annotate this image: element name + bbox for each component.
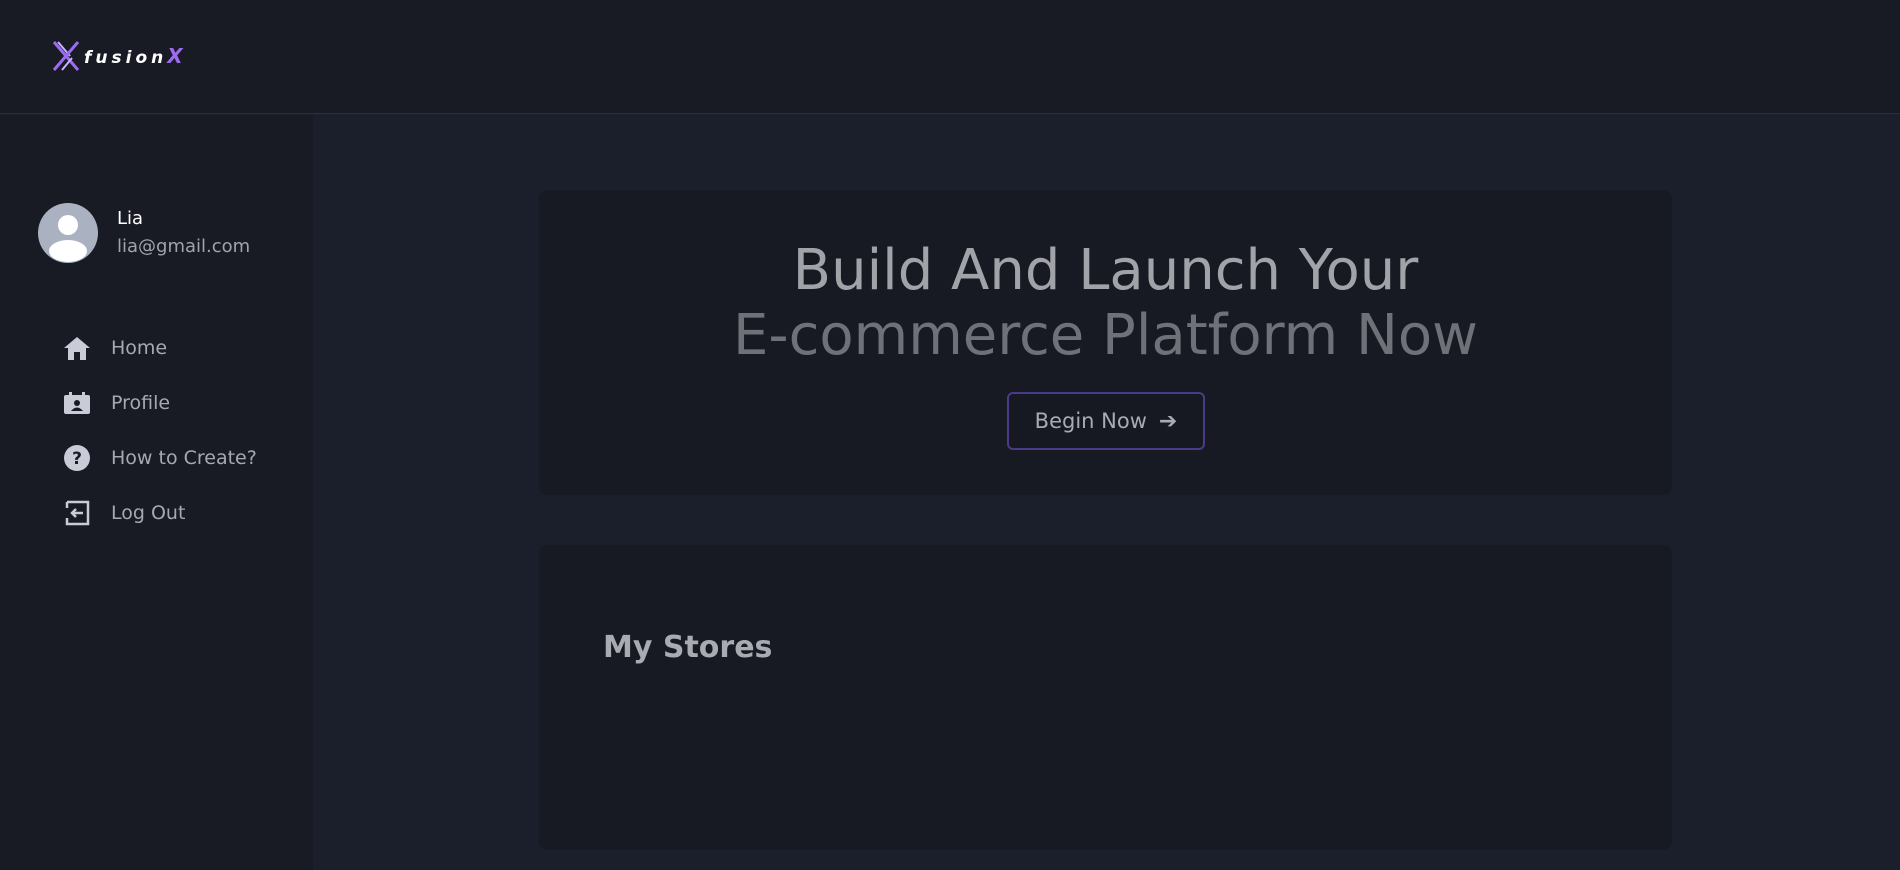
- logo-text-x: X: [167, 44, 183, 68]
- user-email: lia@gmail.com: [117, 236, 251, 257]
- user-name: Lia: [117, 208, 144, 229]
- logo-text: fusionX: [84, 44, 183, 68]
- sidebar-item-label: Profile: [111, 391, 171, 414]
- avatar: [38, 203, 98, 263]
- profile-card-icon: [62, 388, 92, 418]
- user-profile: Lia lia@gmail.com: [38, 203, 250, 263]
- logout-icon: [62, 498, 92, 528]
- sidebar-item-how-to-create[interactable]: ? How to Create?: [62, 430, 257, 485]
- fusionx-logo[interactable]: fusionX: [50, 38, 183, 74]
- logo-text-main: fusion: [84, 48, 168, 68]
- hero-title-line1: Build And Launch Your: [792, 238, 1419, 303]
- sidebar: Lia lia@gmail.com Home Profile ? How to …: [0, 115, 313, 870]
- sidebar-item-label: Home: [111, 336, 168, 359]
- sidebar-item-label: Log Out: [111, 501, 186, 524]
- top-bar: fusionX: [0, 0, 1900, 114]
- my-stores-title: My Stores: [603, 630, 773, 665]
- sidebar-item-home[interactable]: Home: [62, 320, 257, 375]
- begin-now-button[interactable]: Begin Now ➔: [1007, 392, 1205, 450]
- user-avatar-icon: [49, 215, 87, 262]
- question-icon: ?: [62, 443, 92, 473]
- sidebar-item-profile[interactable]: Profile: [62, 375, 257, 430]
- home-icon: [62, 333, 92, 363]
- arrow-right-icon: ➔: [1158, 408, 1178, 434]
- sidebar-nav: Home Profile ? How to Create? Log Out: [62, 320, 257, 540]
- fusionx-logo-icon: [52, 41, 80, 71]
- sidebar-item-logout[interactable]: Log Out: [62, 485, 257, 540]
- begin-now-label: Begin Now: [1034, 409, 1147, 433]
- my-stores-card: [539, 545, 1672, 850]
- hero-title-line2: E-commerce Platform Now: [733, 303, 1478, 368]
- svg-text:?: ?: [72, 449, 82, 469]
- sidebar-item-label: How to Create?: [111, 446, 257, 469]
